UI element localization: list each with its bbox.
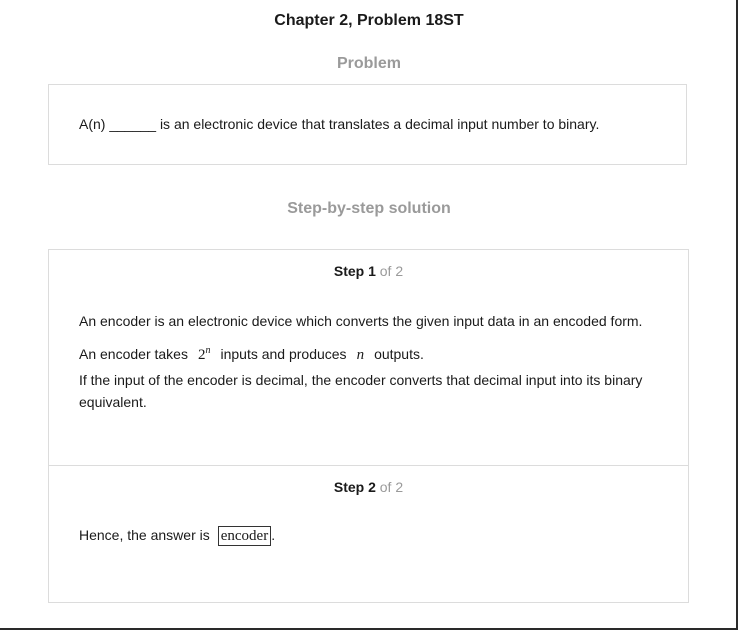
solution-card: Step 1 of 2 An encoder is an electronic … [48,249,689,603]
step-1-p2-text-middle: inputs and produces [220,346,347,362]
solution-heading: Step-by-step solution [287,200,451,217]
page-title: Chapter 2, Problem 18ST [274,12,464,29]
problem-card: A(n) ______ is an electronic device that… [48,84,687,165]
step-1-paragraph-2: An encoder takes 2n inputs and produces n ou… [79,340,669,366]
problem-heading: Problem [336,55,401,72]
problem-statement: A(n) ______ is an electronic device that… [79,116,600,132]
step-1-label: Step 1 [333,263,376,279]
step-2-header: Step 2 of 2 [49,479,688,495]
step-2-count: of 2 [379,479,404,495]
math-variable-n: n [356,347,365,363]
step-divider [49,465,688,466]
step-1-count: of 2 [379,263,404,279]
step-1-paragraph-1: An encoder is an electronic device which… [79,313,643,329]
math-power-of-two: 2n [198,345,211,363]
step-2-label: Step 2 [333,479,376,495]
step-1-header: Step 1 of 2 [49,263,688,279]
step-1-paragraph-3: If the input of the encoder is decimal, … [79,372,643,410]
answer-suffix: . [271,527,276,543]
answer-prefix: Hence, the answer is [79,527,210,543]
math-exponent: n [205,345,211,356]
step-1-p2-text-after: outputs. [374,346,424,362]
answer-box: encoder [217,526,272,546]
step-1-p2-text-before: An encoder takes [79,346,188,362]
step-2-answer-line: Hence, the answer is encoder. [79,526,275,546]
